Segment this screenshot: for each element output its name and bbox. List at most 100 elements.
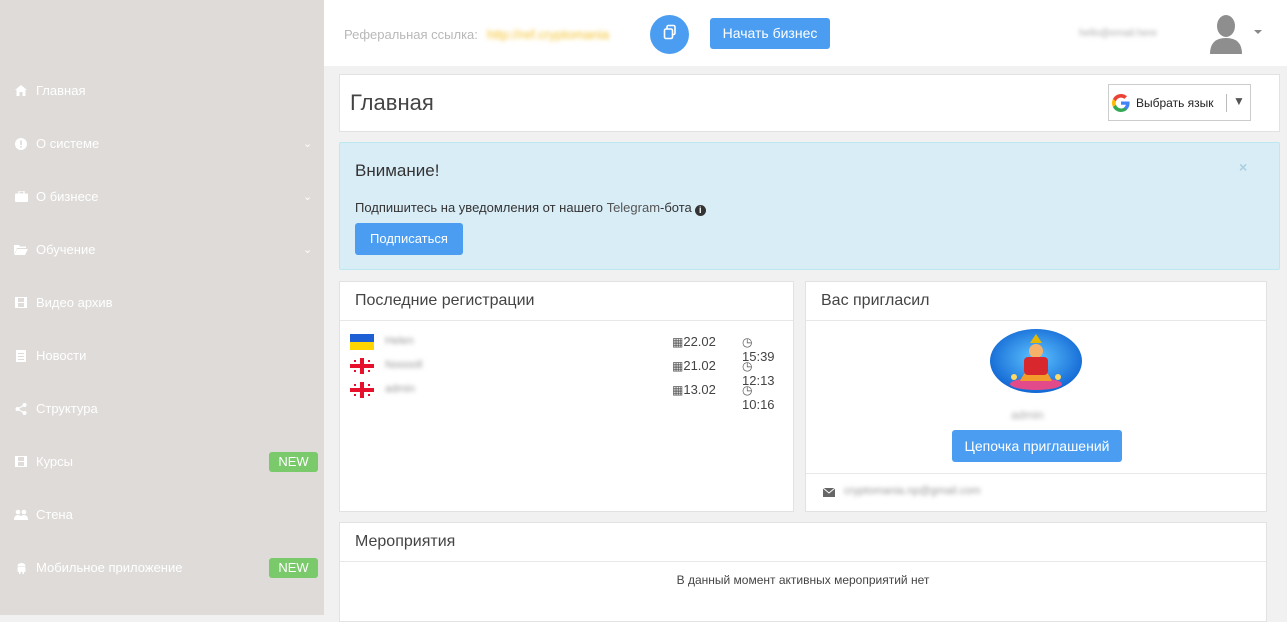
panel-heading: Вас пригласил xyxy=(806,282,1266,321)
envelope-icon xyxy=(823,488,835,497)
alert-text-after: -бота xyxy=(660,200,692,215)
sidebar-item-structure[interactable]: Структура xyxy=(0,382,324,435)
sidebar-item-label: Главная xyxy=(36,83,86,98)
sidebar-item-about-business[interactable]: О бизнесе ⌄ xyxy=(0,170,324,223)
sidebar-item-wall[interactable]: Стена xyxy=(0,488,324,541)
registration-name: admin xyxy=(385,383,415,395)
dropdown-arrow-icon: ▼ xyxy=(1233,94,1245,108)
new-badge: NEW xyxy=(269,452,318,472)
user-email: hello@email.here xyxy=(1079,28,1157,39)
alert-message: Подпишитесь на уведомления от нашего Tel… xyxy=(355,200,706,216)
sidebar-item-label: Стена xyxy=(36,507,73,522)
clock-icon: ◷ xyxy=(742,359,753,373)
clock-icon: ◷ xyxy=(742,335,753,349)
sidebar-item-video-archive[interactable]: Видео архив xyxy=(0,276,324,329)
alert-text-before: Подпишитесь на уведомления от нашего xyxy=(355,200,607,215)
subscribe-button[interactable]: Подписаться xyxy=(355,223,463,255)
sidebar-item-label: О бизнесе xyxy=(36,189,99,204)
registrations-title: Последние регистрации xyxy=(355,292,535,309)
new-badge: NEW xyxy=(269,558,318,578)
copy-icon xyxy=(662,24,678,45)
inviter-email: cryptomania.np@gmail.com xyxy=(844,485,981,497)
referral-link[interactable]: http://ref.cryptomania xyxy=(487,27,609,42)
registration-time: ◷ 10:16 xyxy=(742,382,780,412)
registration-date-value: 13.02 xyxy=(683,382,716,397)
registration-name: Nooooll xyxy=(385,359,423,371)
film-icon xyxy=(14,296,28,310)
calendar-icon: ▦ xyxy=(672,335,684,349)
info-icon[interactable]: i xyxy=(694,205,706,216)
sidebar-item-label: Структура xyxy=(36,401,98,416)
users-icon xyxy=(14,508,28,522)
logo-area xyxy=(0,0,324,64)
table-row: Helen ▦22.02 ◷ 15:39 xyxy=(350,332,780,364)
chevron-down-icon: ⌄ xyxy=(303,191,313,203)
inviter-avatar xyxy=(990,329,1082,393)
sidebar-item-label: Обучение xyxy=(36,242,96,257)
sidebar-item-label: О системе xyxy=(36,136,100,151)
registration-date: ▦13.02 xyxy=(672,382,716,397)
start-business-button[interactable]: Начать бизнес xyxy=(710,18,830,49)
page-title: Главная xyxy=(350,90,434,115)
language-select[interactable]: Выбрать язык ▼ xyxy=(1108,84,1251,121)
calendar-icon: ▦ xyxy=(672,359,684,373)
user-avatar-icon[interactable] xyxy=(1208,14,1244,54)
sidebar-item-learning[interactable]: Обучение ⌄ xyxy=(0,223,324,276)
exclamation-circle-icon xyxy=(14,137,28,151)
language-select-label: Выбрать язык xyxy=(1136,96,1214,110)
share-icon xyxy=(14,402,28,416)
registration-date-value: 22.02 xyxy=(683,334,716,349)
chevron-down-icon: ⌄ xyxy=(303,138,313,150)
language-select-divider xyxy=(1226,94,1227,112)
telegram-alert: Внимание! × Подпишитесь на уведомления о… xyxy=(339,142,1280,270)
table-row: Nooooll ▦21.02 ◷ 12:13 xyxy=(350,356,780,388)
sidebar: Главная О системе ⌄ О бизнесе ⌄ Обучение… xyxy=(0,0,324,615)
close-icon[interactable]: × xyxy=(1239,159,1247,175)
topbar: Реферальная ссылка: http://ref.cryptoman… xyxy=(324,0,1287,66)
registration-date-value: 21.02 xyxy=(683,358,716,373)
invitation-chain-button[interactable]: Цепочка приглашений xyxy=(952,430,1122,462)
events-panel: Мероприятия В данный момент активных мер… xyxy=(339,522,1267,622)
georgia-flag-icon xyxy=(350,382,374,398)
ukraine-flag-icon xyxy=(350,334,374,350)
sidebar-item-home[interactable]: Главная xyxy=(0,64,324,117)
folder-open-icon xyxy=(14,243,28,257)
registration-date: ▦22.02 xyxy=(672,334,716,349)
android-icon xyxy=(14,561,28,575)
sidebar-item-label: Видео архив xyxy=(36,295,113,310)
sidebar-item-courses[interactable]: Курсы NEW xyxy=(0,435,324,488)
divider xyxy=(806,473,1266,474)
home-icon xyxy=(14,84,28,98)
alert-title: Внимание! xyxy=(355,161,440,180)
georgia-flag-icon xyxy=(350,358,374,374)
inviter-panel: Вас пригласил admin Цепочка приглашений … xyxy=(805,281,1267,512)
sidebar-item-about-system[interactable]: О системе ⌄ xyxy=(0,117,324,170)
registration-date: ▦21.02 xyxy=(672,358,716,373)
sidebar-item-label: Новости xyxy=(36,348,87,363)
chevron-down-icon: ⌄ xyxy=(303,244,313,256)
user-menu-caret-icon[interactable] xyxy=(1254,30,1262,34)
telegram-link[interactable]: Telegram xyxy=(607,200,660,215)
copy-link-button[interactable] xyxy=(650,15,689,54)
google-logo-icon xyxy=(1112,94,1130,117)
calendar-icon: ▦ xyxy=(672,383,684,397)
registration-name: Helen xyxy=(385,335,414,347)
registration-time-value: 10:16 xyxy=(742,397,775,412)
clock-icon: ◷ xyxy=(742,383,753,397)
sidebar-item-mobile-app[interactable]: Мобильное приложение NEW xyxy=(0,541,324,594)
table-row: admin ▦13.02 ◷ 10:16 xyxy=(350,380,780,412)
events-title: Мероприятия xyxy=(355,533,456,550)
document-icon xyxy=(14,349,28,363)
referral-label: Реферальная ссылка: xyxy=(344,27,478,42)
registrations-panel: Последние регистрации Helen ▦22.02 ◷ 15:… xyxy=(339,281,794,512)
panel-heading: Мероприятия xyxy=(340,523,1266,562)
events-empty-message: В данный момент активных мероприятий нет xyxy=(676,573,930,587)
film-icon xyxy=(14,455,28,469)
sidebar-item-label: Мобильное приложение xyxy=(36,560,183,575)
inviter-title: Вас пригласил xyxy=(821,292,930,309)
sidebar-item-news[interactable]: Новости xyxy=(0,329,324,382)
inviter-name: admin xyxy=(1011,408,1044,422)
page-header: Главная Выбрать язык ▼ xyxy=(339,74,1280,132)
briefcase-icon xyxy=(14,190,28,204)
panel-heading: Последние регистрации xyxy=(340,282,793,321)
